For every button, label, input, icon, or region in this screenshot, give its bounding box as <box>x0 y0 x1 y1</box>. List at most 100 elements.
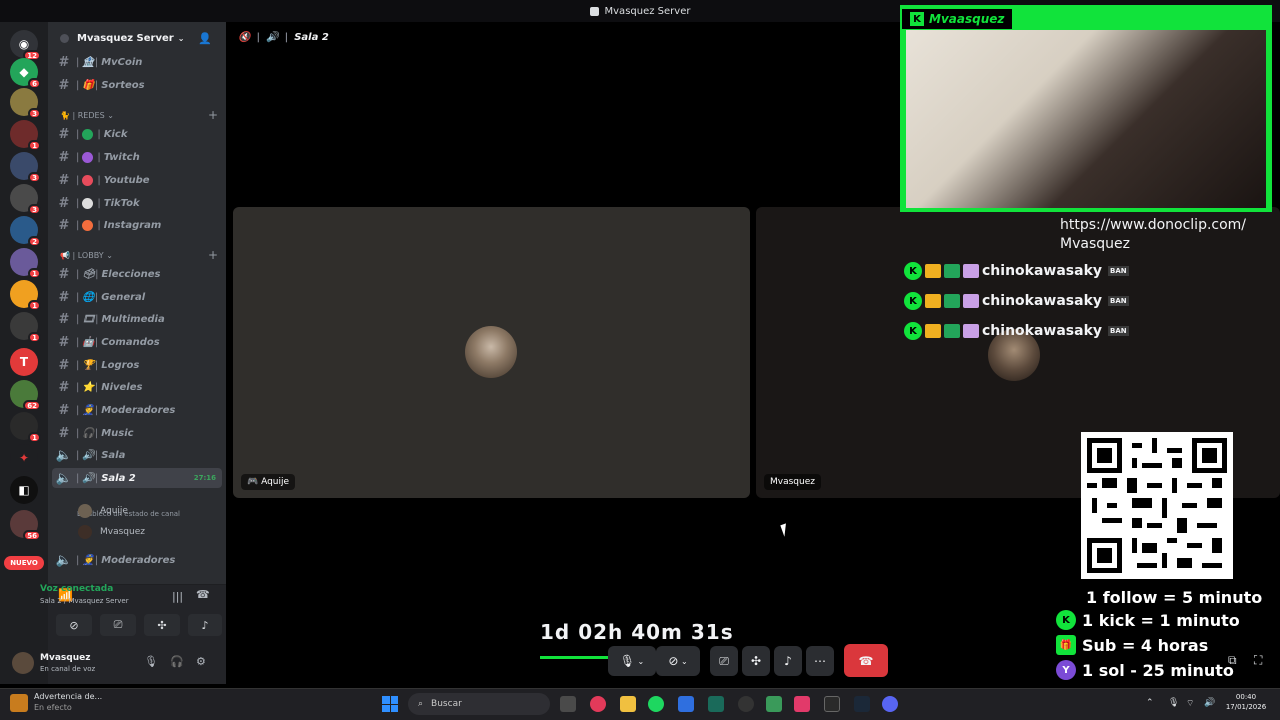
wifi-icon[interactable]: ⌔ <box>1186 698 1194 709</box>
soundboard-icon: ♪ <box>784 654 792 668</box>
share-screen-button[interactable]: ⎚ <box>710 646 738 676</box>
gear-icon[interactable]: ⚙ <box>196 655 206 668</box>
channel-elecciones[interactable]: # | 🗳 | Elecciones <box>52 264 222 284</box>
category-redes[interactable]: 🐈 | REDES ⌄ + <box>60 107 220 123</box>
spotify-icon[interactable] <box>648 696 664 712</box>
fullscreen-icon[interactable]: ⛶ <box>1254 653 1262 668</box>
channel-logros[interactable]: # | 🏆 | Logros <box>52 355 222 375</box>
taskbar-search[interactable]: ⌕ Buscar <box>408 693 550 715</box>
server-icon[interactable]: 56 <box>10 510 41 541</box>
chat-row: Kchinokawasaky BAN <box>904 319 1129 343</box>
badge: 1 <box>28 432 41 443</box>
hash-icon: # <box>58 311 70 327</box>
headphones-icon[interactable]: 🎧 <box>170 655 184 668</box>
chevron-down-icon: ⌄ <box>634 656 645 666</box>
channel-instagram[interactable]: # | | Instagram <box>52 215 222 235</box>
steam-icon[interactable] <box>854 696 870 712</box>
disconnect-icon[interactable]: ☎ <box>196 588 210 601</box>
channel-general[interactable]: # | 🌐 | General <box>52 287 222 307</box>
app-icon[interactable] <box>708 696 724 712</box>
bar: | <box>97 128 101 140</box>
terminal-icon[interactable] <box>824 696 840 712</box>
server-icon[interactable]: ◆ 6 <box>10 58 41 89</box>
channel-sorteos[interactable]: # | 🎁 | Sorteos <box>52 75 222 95</box>
server-icon[interactable]: 62 <box>10 380 41 411</box>
server-icon[interactable]: 2 <box>10 216 41 247</box>
direct-messages-icon[interactable]: ◉ 12 <box>10 30 41 61</box>
channel-niveles[interactable]: # | ⭐ | Niveles <box>52 377 222 397</box>
user-name[interactable]: Mvasquez <box>40 653 90 663</box>
file-explorer-icon[interactable] <box>620 696 636 712</box>
server-icon[interactable]: 3 <box>10 152 41 183</box>
channel-kick[interactable]: # | | Kick <box>52 124 222 144</box>
server-header[interactable]: Mvasquez Server ⌄ 👤 <box>48 22 226 54</box>
server-icon[interactable]: ✦ <box>10 444 38 472</box>
volume-icon[interactable]: 🔊 <box>1204 698 1215 708</box>
soundboard-button[interactable]: ♪ <box>774 646 802 676</box>
chevron-up-icon[interactable]: ⌃ <box>1146 698 1154 708</box>
more-options-button[interactable]: ⋯ <box>806 646 834 676</box>
noise-suppression-icon[interactable]: ||| <box>172 590 183 603</box>
channel-tiktok[interactable]: # | | TikTok <box>52 193 222 213</box>
server-icon[interactable]: 1 <box>10 412 41 443</box>
voice-channel-sala-2[interactable]: 🔈 | 🔊 | Sala 2 27:16 <box>52 468 222 488</box>
bar: | <box>97 197 101 209</box>
task-view-icon[interactable] <box>560 696 576 712</box>
add-channel-icon[interactable]: + <box>208 108 218 122</box>
server-icon[interactable]: 3 <box>10 88 41 119</box>
avatar[interactable] <box>12 652 34 674</box>
volume-mute-icon[interactable]: 🔇 <box>238 32 250 43</box>
channel-music[interactable]: # | 🎧 | Music <box>52 423 222 443</box>
camera-button[interactable]: ⊘ <box>56 614 92 636</box>
hash-icon: # <box>58 54 70 70</box>
channel-twitch[interactable]: # | | Twitch <box>52 147 222 167</box>
voice-channel-sala[interactable]: 🔈 | 🔊 | Sala <box>52 445 222 465</box>
add-member-icon[interactable]: 👤 <box>198 32 212 45</box>
voice-member[interactable]: Aquije <box>78 502 128 520</box>
microphone-icon[interactable]: 🎙 <box>1168 698 1179 708</box>
category-lobby[interactable]: 📢 | LOBBY ⌄ + <box>60 247 220 263</box>
server-icon[interactable]: 1 <box>10 248 41 279</box>
channel-emoji: 🎧 <box>82 427 95 439</box>
info-row: 1 follow = 5 minuto <box>1086 586 1262 608</box>
discord-icon[interactable] <box>882 696 898 712</box>
end-call-button[interactable]: ☎ <box>844 644 888 677</box>
channel-label: Moderadores <box>101 554 176 566</box>
store-icon[interactable] <box>678 696 694 712</box>
app-icon[interactable] <box>738 696 754 712</box>
tiktok-icon[interactable] <box>794 696 810 712</box>
channel-multimedia[interactable]: # | 🎞 | Multimedia <box>52 309 222 329</box>
server-icon[interactable]: 1 <box>10 280 41 311</box>
server-icon[interactable]: T <box>10 348 38 376</box>
popout-icon[interactable]: ⧉ <box>1228 653 1237 668</box>
channel-comandos[interactable]: # | 🤖 | Comandos <box>52 332 222 352</box>
server-icon[interactable]: 1 <box>10 312 41 343</box>
participant-tile[interactable]: 🎮 Aquije <box>233 207 750 498</box>
member-name: Mvasquez <box>100 527 145 537</box>
channel-mvcoin[interactable]: # | 🏦 | MvCoin <box>52 52 222 72</box>
windows-start-icon[interactable] <box>382 696 398 712</box>
server-icon[interactable]: ◧ <box>10 476 38 504</box>
share-screen-button[interactable]: ⎚ <box>100 614 136 636</box>
add-channel-icon[interactable]: + <box>208 248 218 262</box>
gift-icon: 🎁 <box>1056 635 1076 655</box>
server-icon[interactable]: 1 <box>10 120 41 151</box>
voice-channel-moderadores[interactable]: 🔈 | 👮 | Moderadores <box>52 550 222 570</box>
server-icon[interactable]: 3 <box>10 184 41 215</box>
opera-icon[interactable] <box>590 696 606 712</box>
microphone-icon[interactable]: 🎙 <box>144 655 158 668</box>
channel-youtube[interactable]: # | | Youtube <box>52 170 222 190</box>
app-icon[interactable] <box>766 696 782 712</box>
activities-button[interactable]: ✣ <box>742 646 770 676</box>
voice-member[interactable]: Mvasquez <box>78 523 145 541</box>
camera-toggle[interactable]: ⊘ ⌄ <box>656 646 700 676</box>
soundboard-button[interactable]: ♪ <box>188 614 222 636</box>
microphone-toggle[interactable]: 🎙 ⌄ <box>608 646 656 676</box>
taskbar-clock[interactable]: 00:40 17/01/2026 <box>1222 692 1270 712</box>
chevron-down-icon: ⌄ <box>103 250 113 260</box>
hash-icon: # <box>58 77 70 93</box>
participant-label: Aquije <box>261 477 290 487</box>
channel-moderadores[interactable]: # | 👮 | Moderadores <box>52 400 222 420</box>
activities-button[interactable]: ✣ <box>144 614 180 636</box>
voice-connected-subtitle[interactable]: Sala 2 / Mvasquez Server <box>40 597 129 605</box>
